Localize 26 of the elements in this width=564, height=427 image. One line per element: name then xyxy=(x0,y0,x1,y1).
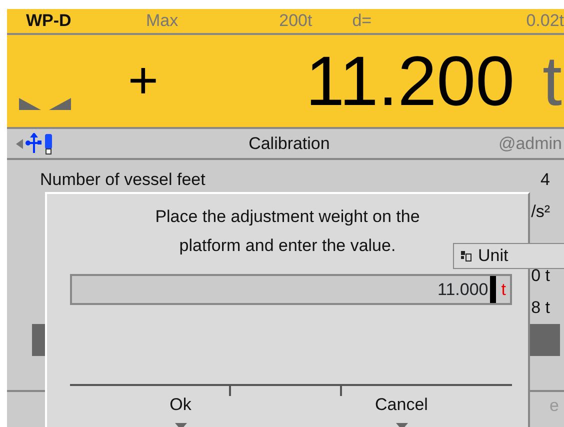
zero-indicator-icon xyxy=(19,96,71,110)
max-value: 200t xyxy=(279,10,312,32)
input-value: 11.000 xyxy=(438,278,488,301)
weight-sign: + xyxy=(128,51,158,112)
usb-stick-icon xyxy=(25,132,55,154)
setting-value: 4 xyxy=(540,169,550,192)
max-label: Max xyxy=(146,10,178,32)
setting-value: /s² xyxy=(531,201,550,224)
screen-title: Calibration xyxy=(248,132,331,155)
weight-value: 11.200 xyxy=(306,40,515,122)
input-unit: t xyxy=(501,278,506,301)
softkey-button[interactable]: Ok xyxy=(70,386,291,427)
division-value: 0.02t xyxy=(526,10,564,32)
softkey-button[interactable]: Cancel xyxy=(291,386,512,427)
division-label: d= xyxy=(352,10,372,32)
dialog-message: Place the adjustment weight on the platform and enter the value. xyxy=(154,206,421,257)
user-name: @admin xyxy=(498,132,562,155)
unit-menu-item[interactable]: Unit xyxy=(453,243,564,269)
device-name: WP-D xyxy=(26,10,72,32)
setting-label[interactable]: Number of vessel feet xyxy=(40,167,206,193)
back-icon[interactable] xyxy=(16,138,23,148)
value-input-field[interactable]: 11.000 t xyxy=(70,274,512,305)
setting-value: 8 t xyxy=(531,297,550,320)
weight-unit: t xyxy=(542,40,562,122)
text-cursor xyxy=(490,276,496,303)
menu-icon xyxy=(460,250,472,262)
